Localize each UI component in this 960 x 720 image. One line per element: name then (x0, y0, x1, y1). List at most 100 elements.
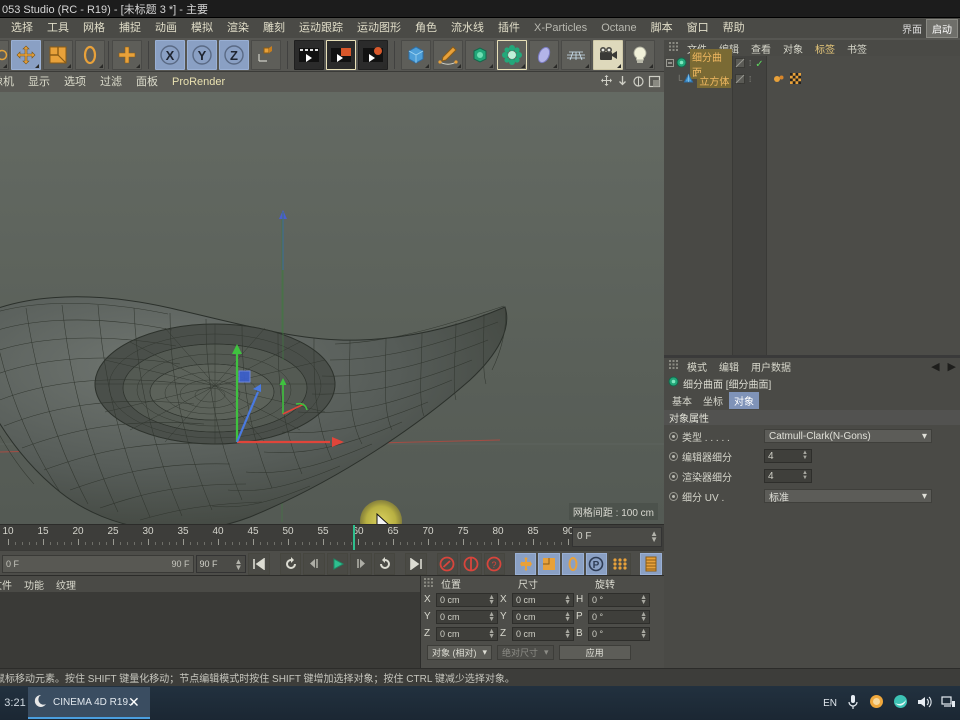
object-row-cube[interactable]: └ 立方体 (664, 72, 732, 88)
generator-icon[interactable] (465, 40, 495, 70)
material-menu-function[interactable]: 功能 (18, 577, 50, 592)
subdivision-uv-dropdown[interactable]: 标准 ▾ (764, 489, 932, 504)
apply-button[interactable]: 应用 (558, 645, 631, 660)
interface-dropdown[interactable]: 启动 (926, 18, 958, 38)
timeline-playhead[interactable] (353, 525, 355, 550)
type-dropdown[interactable]: Catmull-Clark(N-Gons) ▾ (764, 429, 932, 443)
current-frame-field[interactable]: 0 F ▲ ▼ (572, 527, 662, 547)
key-pla-button[interactable] (609, 552, 631, 575)
viewport-menu-display[interactable]: 显示 (21, 72, 57, 92)
shield-icon[interactable] (869, 694, 884, 712)
maximize-icon[interactable] (648, 75, 661, 91)
render-subdivision-field[interactable]: 4 ▲ ▼ (764, 469, 812, 483)
object-tree[interactable]: 细分曲面 └ 立方体 (664, 49, 732, 355)
key-param-button[interactable]: P (585, 552, 608, 575)
browser-icon[interactable] (893, 694, 908, 712)
object-name[interactable]: 立方体 (697, 72, 732, 88)
axis-x-icon[interactable]: X (155, 40, 185, 70)
drag-handle-icon[interactable] (666, 360, 681, 372)
visibility-dots-icon[interactable]: ⁞ (749, 76, 751, 84)
material-menu-file[interactable]: 文件 (0, 577, 18, 592)
menu-pipeline[interactable]: 流水线 (444, 18, 491, 38)
menu-xparticles[interactable]: X-Particles (527, 18, 594, 38)
world-object-axis-icon[interactable] (251, 40, 281, 70)
viewport-menu-panel[interactable]: 面板 (129, 72, 165, 92)
menu-octane[interactable]: Octane (594, 18, 643, 38)
undo-icon[interactable] (0, 40, 9, 70)
spline-pen-icon[interactable] (433, 40, 463, 70)
pan-icon[interactable] (600, 75, 613, 91)
end-frame-spinner[interactable]: ▲ ▼ (234, 557, 242, 571)
drag-handle-icon[interactable] (421, 577, 436, 590)
step-back-button[interactable] (303, 552, 325, 575)
rotation-b-field[interactable]: 0 ° ▲ ▼ (588, 626, 650, 641)
om-menu-view[interactable]: 查看 (745, 41, 777, 56)
menu-script[interactable]: 脚本 (644, 18, 680, 38)
play-button[interactable] (326, 552, 349, 575)
tab-object[interactable]: 对象 (729, 391, 759, 409)
stepper-icon[interactable]: ▲ ▼ (802, 450, 808, 461)
viewport-menu-filter[interactable]: 过滤 (93, 72, 129, 92)
timeline-ruler[interactable]: 10 15 20 25 30 35 40 45 50 55 60 65 70 75 80 85 90 0 F ▲… (0, 524, 664, 550)
animation-layer-button[interactable] (640, 552, 662, 575)
step-forward-button[interactable] (350, 552, 372, 575)
animate-radio-icon[interactable] (669, 431, 678, 441)
menu-mesh[interactable]: 网格 (76, 18, 112, 38)
network-icon[interactable] (941, 695, 956, 712)
render-region-icon[interactable] (326, 40, 356, 70)
render-view-icon[interactable] (294, 40, 324, 70)
menu-window[interactable]: 窗口 (680, 18, 716, 38)
move-tool-icon[interactable] (11, 40, 41, 70)
object-row-subdivision-surface[interactable]: 细分曲面 (664, 49, 732, 79)
taskbar-clock[interactable]: 3:21 (2, 697, 25, 709)
go-to-end-button[interactable] (405, 552, 427, 575)
end-frame-field[interactable]: 90 F ▲ ▼ (195, 554, 247, 573)
add-tool-icon[interactable] (112, 40, 142, 70)
object-mode-dropdown[interactable]: 对象 (相对) ▾ (427, 645, 493, 660)
om-menu-tags[interactable]: 标签 (809, 41, 841, 56)
size-x-field[interactable]: 0 cm ▲ ▼ (512, 592, 574, 607)
taskbar-window-button[interactable]: CINEMA 4D R19.... ✕ (28, 687, 150, 719)
size-mode-dropdown[interactable]: 绝对尺寸 ▾ (497, 645, 554, 660)
tab-coordinates[interactable]: 坐标 (698, 392, 728, 409)
frame-spinner[interactable]: ▲ ▼ (650, 530, 658, 544)
record-keyframe-button[interactable] (436, 552, 459, 575)
material-tag-icon[interactable] (790, 73, 801, 87)
position-x-field[interactable]: 0 cm ▲ ▼ (436, 592, 498, 607)
key-rotation-button[interactable] (562, 552, 584, 575)
animate-radio-icon[interactable] (669, 471, 678, 481)
viewport-menu-prorender[interactable]: ProRender (165, 72, 232, 92)
forward-arrow-icon[interactable]: ▶ (948, 360, 956, 373)
viewport-menu-camera[interactable]: 摄像机 (0, 72, 21, 92)
menu-motion-tracker[interactable]: 运动跟踪 (292, 18, 350, 38)
drag-handle-icon[interactable] (666, 42, 681, 54)
light-icon[interactable] (625, 40, 655, 70)
camera-icon[interactable] (593, 40, 623, 70)
viewport-menu-options[interactable]: 选项 (57, 72, 93, 92)
language-indicator[interactable]: EN (823, 698, 837, 709)
om-menu-objects[interactable]: 对象 (777, 41, 809, 56)
editor-visibility-toggle[interactable] (735, 57, 745, 71)
om-menu-bookmarks[interactable]: 书签 (841, 41, 873, 56)
previous-key-button[interactable] (279, 552, 302, 575)
at-menu-edit[interactable]: 编辑 (713, 359, 745, 374)
position-z-field[interactable]: 0 cm ▲ ▼ (436, 626, 498, 641)
menu-plugins[interactable]: 插件 (491, 18, 527, 38)
at-menu-userdata[interactable]: 用户数据 (745, 359, 797, 374)
dolly-icon[interactable] (616, 75, 629, 91)
key-scale-button[interactable] (538, 552, 560, 575)
taskbar-start-area[interactable]: 3:21 (0, 686, 28, 720)
material-menu-texture[interactable]: 纹理 (50, 577, 82, 592)
expand-collapse-icon[interactable] (666, 58, 674, 70)
orbit-icon[interactable] (632, 75, 645, 91)
animate-radio-icon[interactable] (669, 491, 678, 501)
menu-help[interactable]: 帮助 (716, 18, 752, 38)
menu-animate[interactable]: 动画 (148, 18, 184, 38)
deformer-icon[interactable] (497, 40, 527, 70)
rotation-h-field[interactable]: 0 ° ▲ ▼ (588, 592, 650, 607)
at-menu-mode[interactable]: 模式 (681, 359, 713, 374)
editor-subdivision-field[interactable]: 4 ▲ ▼ (764, 449, 812, 463)
visibility-dots-icon[interactable]: ⁞ (749, 60, 751, 68)
mic-icon[interactable] (846, 694, 860, 713)
go-to-start-button[interactable] (248, 552, 270, 575)
